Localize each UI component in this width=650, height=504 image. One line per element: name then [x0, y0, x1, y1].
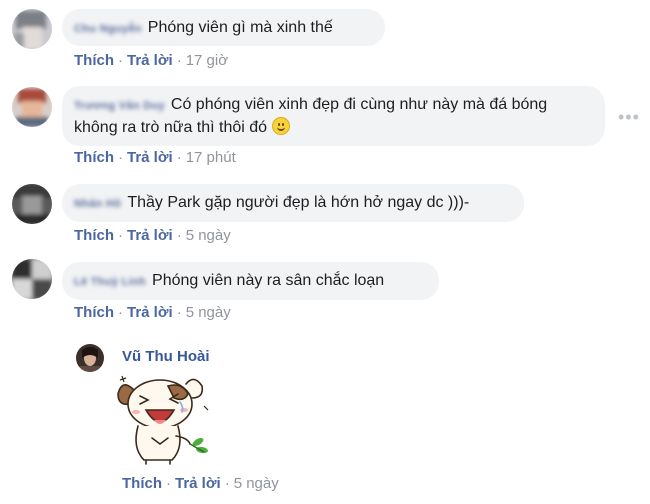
reply-link[interactable]: Trả lời [127, 304, 173, 321]
comment-actions: Thích · Trả lời · 17 phút [74, 149, 236, 166]
commenter-name[interactable]: Vũ Thu Hoài [122, 348, 210, 365]
timestamp[interactable]: 5 ngày [234, 475, 279, 492]
like-link[interactable]: Thích [74, 149, 114, 166]
comment-text: Phóng viên gì mà xinh thế [147, 19, 333, 36]
separator: · [118, 227, 123, 244]
like-link[interactable]: Thích [74, 304, 114, 321]
commenter-name[interactable]: Nhân Hồ [74, 193, 121, 215]
avatar[interactable] [76, 344, 104, 372]
timestamp[interactable]: 17 phút [186, 149, 236, 166]
like-link[interactable]: Thích [122, 475, 162, 492]
comment-actions: Thích · Trả lời · 5 ngày [122, 475, 279, 492]
separator: · [224, 475, 230, 492]
avatar[interactable] [12, 87, 52, 127]
separator: · [176, 304, 182, 321]
reply-link[interactable]: Trả lời [175, 475, 221, 492]
avatar[interactable] [12, 184, 52, 224]
smile-emoji-icon [271, 117, 290, 135]
commenter-name[interactable]: Chu Nguyễn [74, 18, 142, 40]
like-link[interactable]: Thích [74, 227, 114, 244]
avatar[interactable] [12, 9, 52, 49]
timestamp[interactable]: 17 giờ [186, 52, 228, 69]
separator: · [176, 149, 182, 166]
timestamp[interactable]: 5 ngày [186, 227, 231, 244]
comment-bubble: Trương Văn Duy Có phóng viên xinh đẹp đi … [62, 86, 605, 146]
comment-actions: Thích · Trả lời · 17 giờ [74, 52, 228, 69]
separator: · [176, 227, 182, 244]
reply-link[interactable]: Trả lời [127, 52, 173, 69]
separator: · [118, 52, 123, 69]
separator: · [118, 304, 123, 321]
like-link[interactable]: Thích [74, 52, 114, 69]
reply-link[interactable]: Trả lời [127, 227, 173, 244]
comment-text: Thầy Park gặp người đẹp là hớn hở ngay d… [127, 194, 470, 211]
comment-text: Phóng viên này ra sân chắc loạn [152, 272, 385, 289]
timestamp[interactable]: 5 ngày [186, 304, 231, 321]
separator: · [166, 475, 171, 492]
sticker-image [112, 372, 212, 468]
comment-bubble: Lê Thuỳ Linh Phóng viên này ra sân chắc l… [62, 262, 439, 300]
commenter-name[interactable]: Trương Văn Duy [74, 95, 165, 117]
separator: · [176, 52, 182, 69]
avatar[interactable] [12, 259, 52, 299]
commenter-name[interactable]: Lê Thuỳ Linh [74, 271, 146, 293]
comment-bubble: Nhân Hồ Thầy Park gặp người đẹp là hớn hở… [62, 184, 524, 222]
comment-actions: Thích · Trả lời · 5 ngày [74, 227, 231, 244]
separator: · [118, 149, 123, 166]
comment-actions: Thích · Trả lời · 5 ngày [74, 304, 231, 321]
comment-bubble: Chu Nguyễn Phóng viên gì mà xinh thế [62, 9, 385, 46]
more-options-icon[interactable]: ••• [618, 107, 640, 128]
reply-link[interactable]: Trả lời [127, 149, 173, 166]
